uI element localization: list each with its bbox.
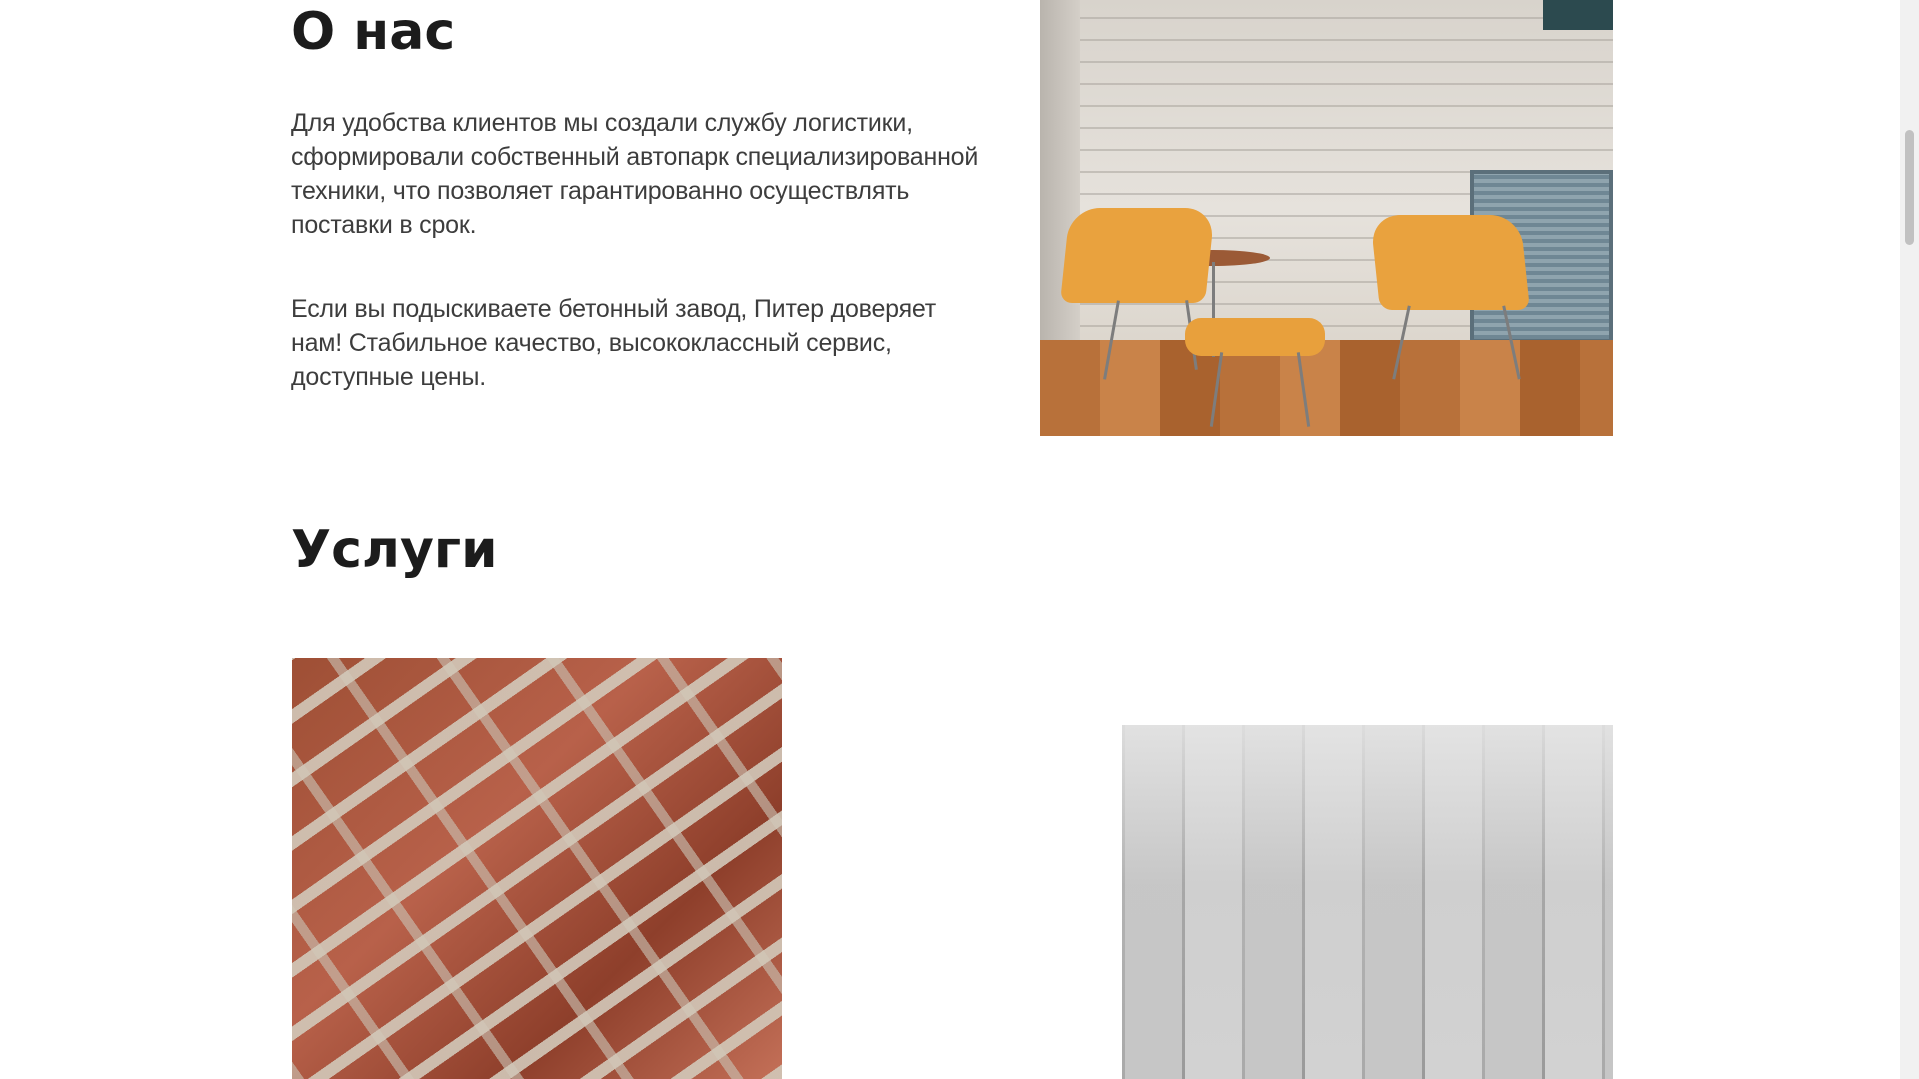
about-room-photo — [1040, 0, 1613, 436]
room-photo-orange-chair-right — [1370, 215, 1530, 310]
room-photo-corner — [1543, 0, 1613, 30]
about-paragraph-trust: Если вы подыскиваете бетонный завод, Пит… — [291, 295, 937, 391]
page-scrollbar[interactable] — [1900, 0, 1919, 1079]
scrollbar-thumb[interactable] — [1905, 130, 1914, 245]
services-wood-floor-photo — [1122, 725, 1613, 1079]
services-heading: Услуги — [291, 520, 498, 580]
room-photo-orange-ottoman — [1185, 318, 1325, 356]
room-photo-orange-chair-left — [1060, 208, 1215, 303]
page-viewport: О нас Для удобства клиентов мы создали с… — [0, 0, 1900, 1079]
about-paragraph-logistics: Для удобства клиентов мы создали службу … — [291, 109, 979, 239]
page: О нас Для удобства клиентов мы создали с… — [0, 0, 1919, 1079]
room-photo-wood-floor — [1040, 340, 1613, 436]
about-heading: О нас — [291, 2, 456, 62]
services-brick-photo — [292, 658, 782, 1079]
